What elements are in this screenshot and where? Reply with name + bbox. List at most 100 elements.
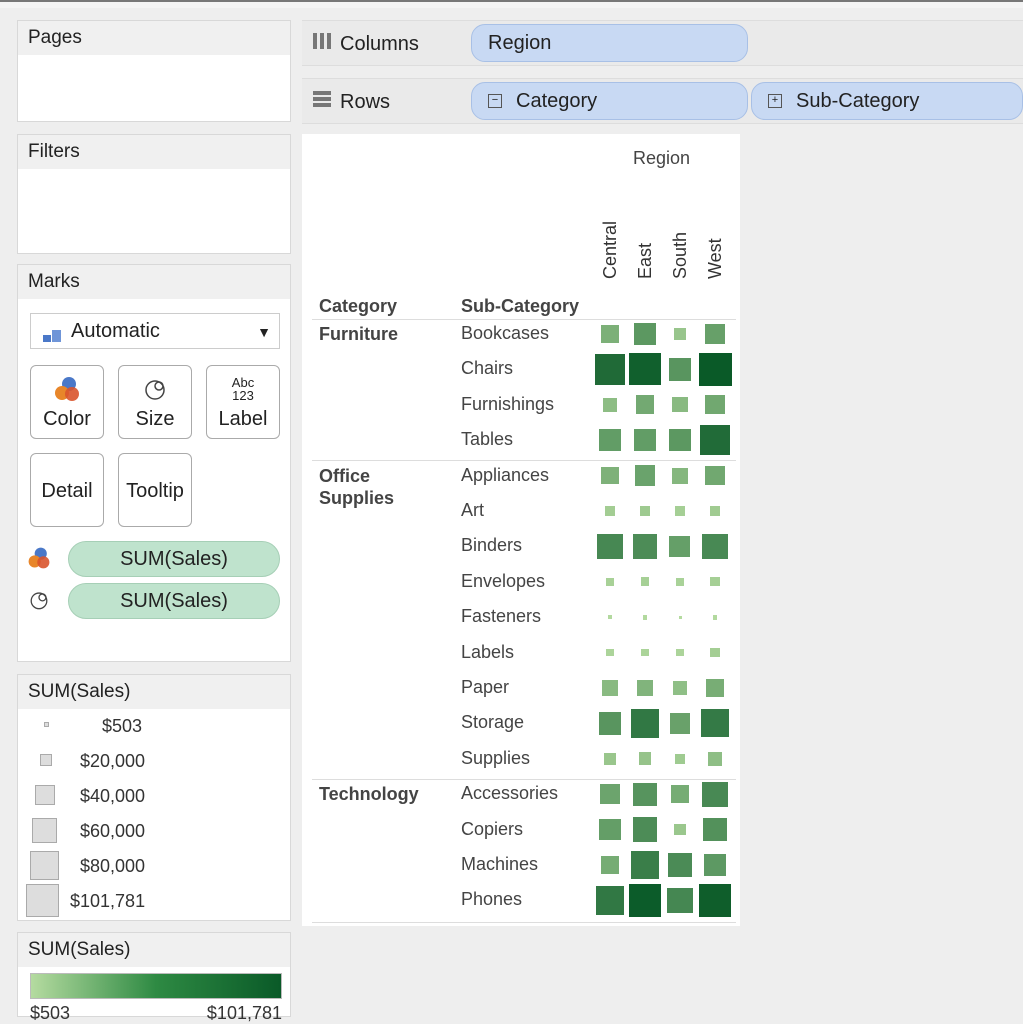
mark-machines-south[interactable]	[667, 852, 693, 878]
color-icon	[31, 374, 103, 408]
mark-paper-south[interactable]	[673, 681, 687, 695]
expand-icon[interactable]: +	[768, 94, 782, 108]
chevron-down-icon[interactable]: ▼	[257, 324, 271, 340]
mark-chairs-west[interactable]	[698, 352, 732, 386]
mark-machines-east[interactable]	[631, 851, 659, 879]
mark-appliances-west[interactable]	[705, 466, 725, 486]
mark-furnishings-central[interactable]	[602, 397, 618, 412]
mark-paper-west[interactable]	[705, 678, 725, 698]
mark-binders-east[interactable]	[632, 534, 658, 559]
mark-art-central[interactable]	[605, 506, 615, 516]
mark-chairs-central[interactable]	[594, 354, 626, 385]
mark-supplies-east[interactable]	[638, 752, 652, 766]
mark-envelopes-west[interactable]	[710, 577, 720, 587]
label-button[interactable]: Abc 123 Label	[206, 365, 280, 439]
mark-appliances-south[interactable]	[672, 467, 688, 484]
mark-fasteners-central[interactable]	[607, 614, 613, 620]
mark-storage-central[interactable]	[598, 711, 622, 735]
category-header: Category	[319, 296, 398, 316]
mark-phones-east[interactable]	[628, 884, 662, 917]
subcategory-label: Supplies	[461, 747, 531, 768]
mark-furnishings-east[interactable]	[635, 395, 655, 415]
mark-phones-central[interactable]	[595, 886, 625, 915]
mark-fasteners-south[interactable]	[678, 615, 682, 619]
mark-machines-central[interactable]	[600, 855, 620, 875]
mark-supplies-central[interactable]	[604, 752, 616, 765]
mark-phones-south[interactable]	[667, 887, 693, 914]
rows-shelf[interactable]: Rows − Category + Sub-Category	[302, 78, 1023, 124]
mark-copiers-west[interactable]	[703, 817, 727, 842]
mark-type-dropdown[interactable]: Automatic ▼	[30, 313, 280, 349]
mark-accessories-south[interactable]	[670, 785, 690, 804]
mark-phones-west[interactable]	[698, 884, 732, 917]
mark-fasteners-east[interactable]	[642, 614, 648, 620]
rows-pill-category[interactable]: − Category	[471, 82, 748, 120]
mark-art-west[interactable]	[709, 505, 721, 517]
mark-labels-south[interactable]	[676, 649, 684, 657]
mark-furnishings-south[interactable]	[672, 397, 688, 413]
mark-supplies-south[interactable]	[674, 753, 686, 765]
mark-supplies-west[interactable]	[707, 751, 723, 766]
mark-bookcases-west[interactable]	[704, 323, 726, 345]
mark-furnishings-west[interactable]	[705, 395, 725, 415]
size-icon	[26, 587, 52, 613]
rows-icon	[312, 89, 332, 115]
mark-labels-east[interactable]	[641, 648, 649, 657]
mark-envelopes-central[interactable]	[605, 577, 615, 587]
mark-paper-east[interactable]	[636, 679, 654, 697]
mark-accessories-central[interactable]	[600, 784, 620, 805]
mark-bookcases-east[interactable]	[633, 322, 657, 346]
mark-fasteners-west[interactable]	[712, 614, 718, 620]
mark-type-icon	[43, 325, 61, 342]
columns-pill-region[interactable]: Region	[471, 24, 748, 62]
mark-storage-west[interactable]	[701, 709, 729, 738]
collapse-icon[interactable]: −	[488, 94, 502, 108]
color-sum-sales-pill[interactable]: SUM(Sales)	[68, 541, 280, 577]
mark-copiers-south[interactable]	[674, 823, 686, 836]
subcategory-label: Art	[461, 500, 485, 520]
subcategory-label: Accessories	[461, 783, 559, 804]
color-button[interactable]: Color	[30, 365, 104, 439]
color-button-label: Color	[43, 408, 91, 430]
filters-card[interactable]: Filters	[17, 134, 291, 254]
mark-envelopes-east[interactable]	[640, 577, 650, 587]
mark-storage-east[interactable]	[630, 709, 660, 738]
mark-binders-central[interactable]	[597, 533, 623, 560]
detail-button[interactable]: Detail	[30, 453, 104, 527]
mark-appliances-east[interactable]	[634, 465, 656, 486]
mark-machines-west[interactable]	[703, 853, 727, 877]
size-legend-item: $101,781	[18, 883, 292, 918]
mark-art-east[interactable]	[639, 505, 651, 517]
mark-bookcases-south[interactable]	[673, 327, 687, 341]
size-swatch	[40, 754, 52, 766]
rows-pill-subcategory[interactable]: + Sub-Category	[751, 82, 1023, 120]
mark-binders-west[interactable]	[702, 533, 728, 559]
tooltip-button[interactable]: Tooltip	[118, 453, 192, 527]
pages-card[interactable]: Pages	[17, 20, 291, 122]
mark-envelopes-south[interactable]	[676, 577, 684, 586]
mark-type-value: Automatic	[71, 319, 160, 342]
mark-accessories-west[interactable]	[702, 781, 728, 807]
mark-copiers-central[interactable]	[599, 818, 621, 841]
mark-tables-west[interactable]	[699, 425, 731, 456]
mark-labels-central[interactable]	[606, 648, 614, 657]
mark-storage-south[interactable]	[669, 713, 691, 734]
size-button[interactable]: Size	[118, 365, 192, 439]
mark-chairs-south[interactable]	[668, 357, 692, 381]
mark-copiers-east[interactable]	[632, 817, 658, 842]
columns-shelf[interactable]: Columns Region	[302, 20, 1023, 66]
size-sum-sales-pill[interactable]: SUM(Sales)	[68, 583, 280, 619]
mark-art-south[interactable]	[675, 506, 685, 516]
mark-chairs-east[interactable]	[628, 353, 662, 386]
mark-tables-east[interactable]	[634, 429, 656, 451]
mark-tables-south[interactable]	[668, 428, 692, 452]
mark-tables-central[interactable]	[599, 429, 621, 451]
mark-labels-west[interactable]	[710, 647, 720, 658]
mark-accessories-east[interactable]	[633, 782, 657, 806]
mark-binders-south[interactable]	[669, 535, 691, 557]
mark-bookcases-central[interactable]	[601, 325, 619, 343]
marks-card: Marks Automatic ▼ Color Size Abc 123 Lab…	[17, 264, 291, 662]
mark-paper-central[interactable]	[602, 680, 618, 696]
columns-shelf-label: Columns	[312, 31, 419, 57]
mark-appliances-central[interactable]	[601, 467, 619, 485]
